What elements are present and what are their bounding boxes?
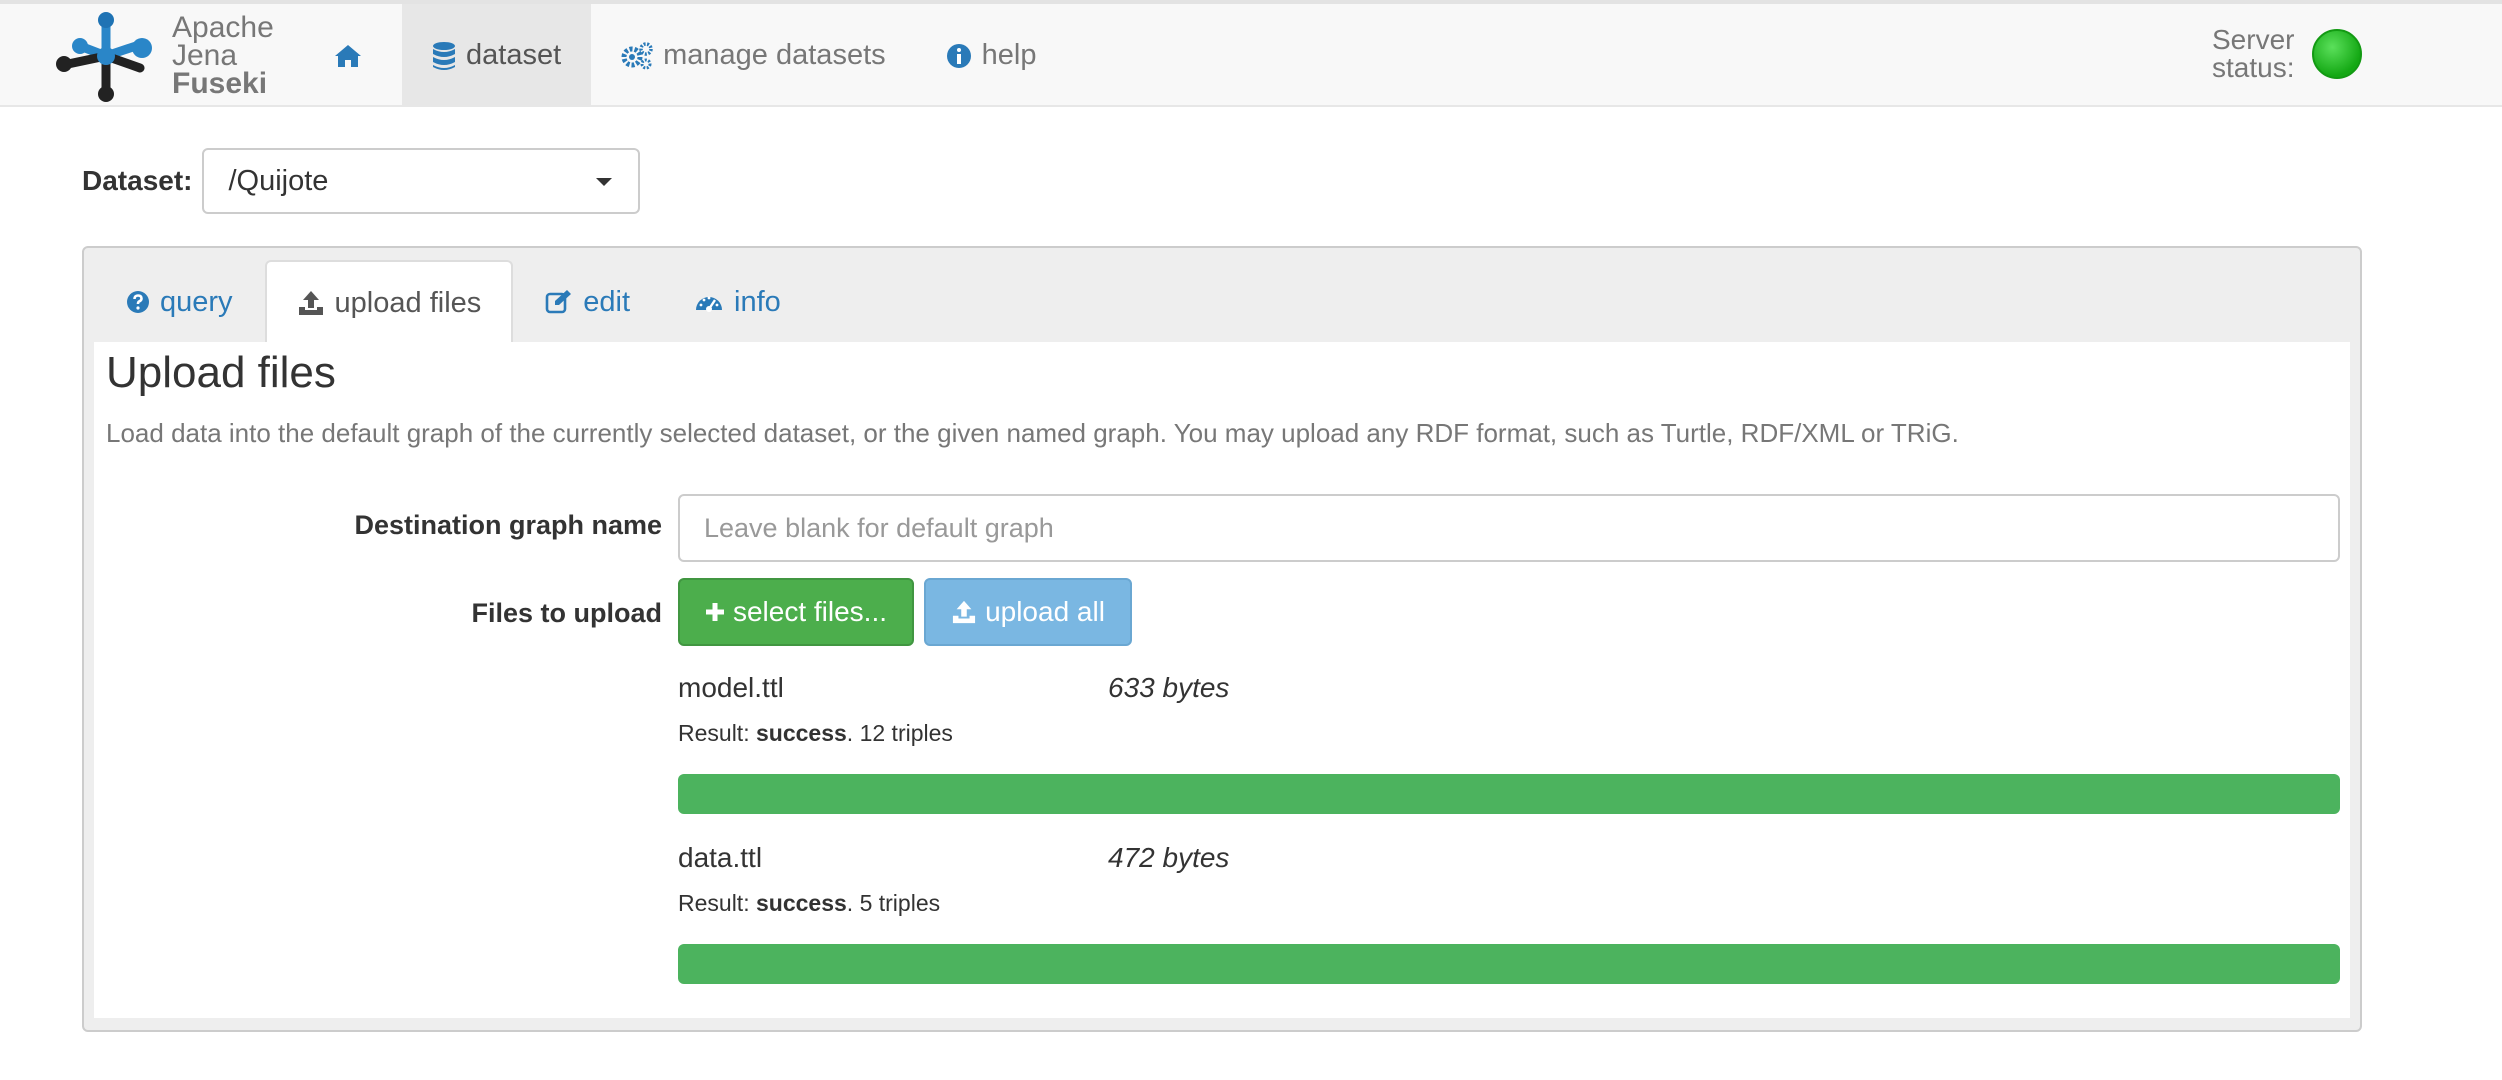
file-result: Result: success. 12 triples <box>678 720 953 747</box>
file-result-prefix: Result: <box>678 890 756 916</box>
file-result-status: success <box>755 720 847 746</box>
dataset-select-value: /Quijote <box>228 165 329 197</box>
edit-icon <box>545 289 573 315</box>
server-status-label: Server status: <box>2212 24 2295 83</box>
brand-text: Apache Jena Fuseki <box>172 10 274 100</box>
file-result-suffix: . 12 triples <box>846 720 953 746</box>
dataset-select[interactable]: /Quijote <box>202 148 641 214</box>
file-result-suffix: . 5 triples <box>846 890 941 916</box>
destination-graph-label: Destination graph name <box>354 510 662 540</box>
page: Apache Jena Fuseki dataset manage datase… <box>0 0 2502 1080</box>
dataset-tabs: query upload files edit info <box>94 260 813 344</box>
file-progress <box>678 774 2340 814</box>
nav-help-label: help <box>981 39 1037 71</box>
tab-query[interactable]: query <box>94 260 265 342</box>
server-status: Server status: <box>2212 26 2362 82</box>
main-nav: dataset manage datasets help <box>304 4 1066 107</box>
tab-edit-label: edit <box>583 285 631 318</box>
nav-dataset[interactable]: dataset <box>402 4 592 107</box>
upload-icon <box>951 600 977 624</box>
tab-info-label: info <box>734 285 781 318</box>
dataset-label: Dataset: <box>82 165 193 196</box>
navbar: Apache Jena Fuseki dataset manage datase… <box>0 0 2502 107</box>
upload-icon <box>297 290 325 316</box>
upload-files-pane: Upload files Load data into the default … <box>94 342 2350 1018</box>
nav-help[interactable]: help <box>916 4 1067 107</box>
fuseki-logo-icon <box>56 11 152 102</box>
tab-edit[interactable]: edit <box>513 260 662 342</box>
tab-query-label: query <box>160 285 233 318</box>
nav-dataset-label: dataset <box>466 39 562 71</box>
dashboard-icon <box>694 290 724 314</box>
dataset-panel: query upload files edit info Upload file… <box>82 246 2362 1032</box>
file-result: Result: success. 5 triples <box>678 890 940 917</box>
dataset-selector-row: Dataset: /Quijote <box>82 148 641 214</box>
file-name: model.ttl <box>678 672 784 703</box>
database-icon <box>432 41 456 71</box>
brand-logo[interactable]: Apache Jena Fuseki <box>46 4 274 107</box>
file-name: data.ttl <box>678 842 763 873</box>
tab-upload-files-label: upload files <box>334 286 482 319</box>
file-result-status: success <box>755 890 847 916</box>
nav-home[interactable] <box>304 4 402 107</box>
select-files-label: select files... <box>732 596 888 627</box>
brand-line-apache: Apache <box>172 10 274 44</box>
upload-all-button[interactable]: upload all <box>924 578 1132 646</box>
upload-description: Load data into the default graph of the … <box>106 418 1959 448</box>
nav-manage-datasets-label: manage datasets <box>663 39 886 71</box>
upload-all-label: upload all <box>985 596 1105 627</box>
destination-graph-input[interactable]: Leave blank for default graph <box>678 494 2340 562</box>
file-progress <box>678 944 2340 984</box>
question-circle-icon <box>126 290 150 314</box>
file-result-prefix: Result: <box>678 720 756 746</box>
server-status-indicator <box>2312 29 2362 79</box>
home-icon <box>334 43 362 69</box>
cogs-icon <box>621 41 653 70</box>
files-to-upload-label: Files to upload <box>471 598 662 628</box>
file-progress-bar <box>678 944 2340 984</box>
tab-upload-files[interactable]: upload files <box>264 260 514 344</box>
brand-line-fuseki: Fuseki <box>172 66 268 100</box>
info-circle-icon <box>946 43 972 69</box>
nav-manage-datasets[interactable]: manage datasets <box>591 4 915 107</box>
brand-line-jena: Jena <box>172 38 238 72</box>
file-progress-bar <box>678 774 2340 814</box>
page-title: Upload files <box>106 348 336 397</box>
tab-info[interactable]: info <box>662 260 813 342</box>
file-size: 633 bytes <box>1108 672 1230 703</box>
plus-icon <box>705 602 725 622</box>
select-files-button[interactable]: select files... <box>678 578 914 646</box>
caret-down-icon <box>596 178 613 186</box>
file-size: 472 bytes <box>1108 842 1230 873</box>
